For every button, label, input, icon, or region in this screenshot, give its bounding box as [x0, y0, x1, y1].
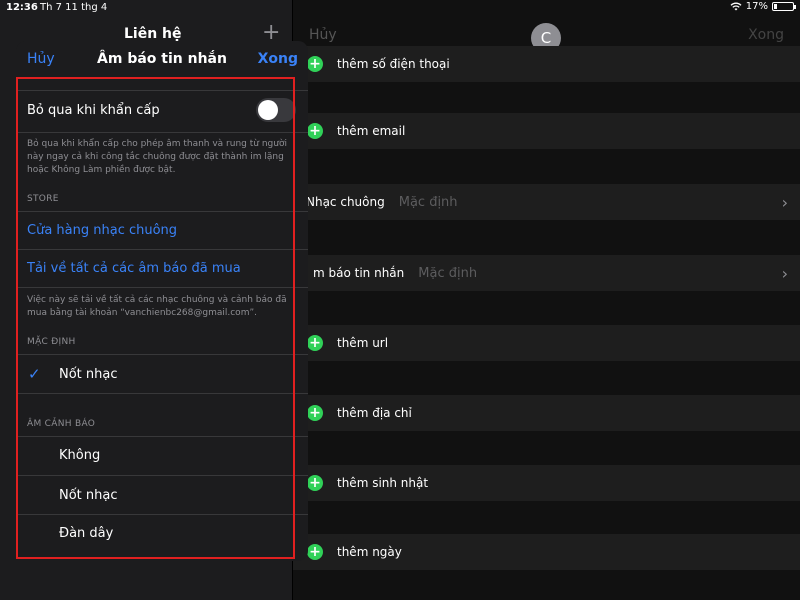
alert-tone-item[interactable]: Đàn dây — [59, 526, 113, 541]
text-tone-label: m báo tin nhắn — [313, 266, 405, 280]
contact-done-button[interactable]: Xong — [748, 27, 784, 43]
divider — [16, 514, 308, 515]
divider — [16, 132, 308, 133]
add-icon[interactable]: + — [307, 544, 323, 560]
checkmark-icon: ✓ — [28, 365, 41, 383]
edit-contact-panel: Hủy C Xong + thêm số điện thoại + thêm e… — [293, 0, 800, 600]
battery-icon — [772, 2, 796, 11]
alert-tone-item[interactable]: Nốt nhạc — [59, 488, 118, 503]
popover-header: Hủy Âm báo tin nhắn Xong — [16, 41, 308, 79]
default-tone-item[interactable]: Nốt nhạc — [59, 367, 118, 382]
add-icon[interactable]: + — [307, 335, 323, 351]
wifi-icon — [730, 2, 742, 11]
add-icon[interactable]: + — [307, 123, 323, 139]
default-section-header: MẶC ĐỊNH — [27, 337, 76, 347]
divider — [16, 475, 308, 476]
add-birthday-label: thêm sinh nhật — [337, 476, 429, 490]
add-url-row[interactable]: + thêm url — [293, 325, 800, 361]
status-bar: 12:36 Th 7 11 thg 4 17% — [0, 0, 800, 16]
add-icon[interactable]: + — [307, 475, 323, 491]
text-tone-row[interactable]: m báo tin nhắn Mặc định › — [293, 255, 800, 291]
add-email-label: thêm email — [337, 124, 406, 138]
emergency-bypass-toggle[interactable] — [256, 98, 296, 122]
contacts-title: Liên hệ — [124, 26, 182, 42]
add-address-label: thêm địa chỉ — [337, 406, 412, 420]
text-tone-popover: Hủy Âm báo tin nhắn Xong Bỏ qua khi khẩn… — [16, 41, 308, 561]
status-date: Th 7 11 thg 4 — [40, 2, 108, 13]
tone-store-link[interactable]: Cửa hàng nhạc chuông — [27, 223, 177, 238]
divider — [16, 354, 308, 355]
divider — [16, 287, 308, 288]
add-phone-label: thêm số điện thoại — [337, 57, 450, 71]
status-time: 12:36 — [6, 2, 38, 13]
add-icon[interactable]: + — [307, 405, 323, 421]
add-url-label: thêm url — [337, 336, 389, 350]
store-section-header: STORE — [27, 194, 59, 204]
divider — [16, 393, 308, 394]
download-all-link[interactable]: Tải về tất cả các âm báo đã mua — [27, 261, 241, 276]
popover-done-button[interactable]: Xong — [258, 51, 298, 67]
ringtone-row[interactable]: Nhạc chuông Mặc định › — [293, 184, 800, 220]
ringtone-value: Mặc định — [398, 194, 458, 210]
divider — [16, 211, 308, 212]
emergency-bypass-label: Bỏ qua khi khẩn cấp — [27, 103, 160, 118]
divider — [16, 90, 308, 91]
alert-tone-item[interactable]: Không — [59, 448, 100, 463]
add-phone-row[interactable]: + thêm số điện thoại — [293, 46, 800, 82]
battery-percent: 17% — [745, 1, 768, 12]
add-birthday-row[interactable]: + thêm sinh nhật — [293, 465, 800, 501]
text-tone-value: Mặc định — [418, 265, 478, 281]
add-date-label: thêm ngày — [337, 545, 402, 559]
chevron-right-icon: › — [781, 192, 788, 212]
ringtone-label: Nhạc chuông — [306, 195, 385, 209]
add-date-row[interactable]: + thêm ngày — [293, 534, 800, 570]
emergency-bypass-note: Bỏ qua khi khẩn cấp cho phép âm thanh và… — [27, 139, 287, 175]
status-right: 17% — [730, 1, 796, 12]
add-address-row[interactable]: + thêm địa chỉ — [293, 395, 800, 431]
add-icon[interactable]: + — [307, 56, 323, 72]
contact-cancel-button[interactable]: Hủy — [309, 27, 337, 43]
add-email-row[interactable]: + thêm email — [293, 113, 800, 149]
divider — [16, 249, 308, 250]
divider — [16, 436, 308, 437]
chevron-right-icon: › — [781, 263, 788, 283]
download-note: Việc này sẽ tải về tất cả các nhạc chuôn… — [27, 295, 287, 318]
alert-section-header: ÂM CẢNH BÁO — [27, 419, 96, 429]
